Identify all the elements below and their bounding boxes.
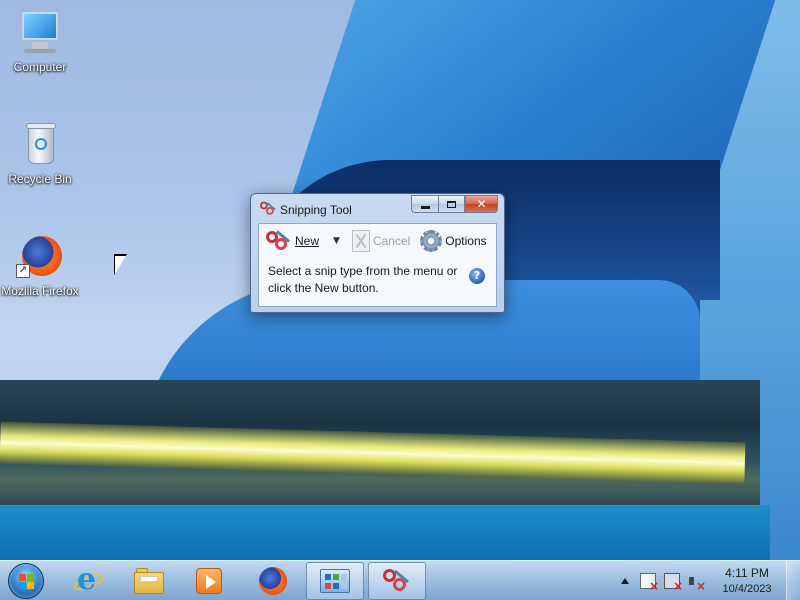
cancel-icon <box>351 230 370 252</box>
windows-logo-icon <box>19 574 35 590</box>
mouse-cursor-icon <box>115 256 126 274</box>
desktop: Computer Recycle Bin ↗ Mozilla Firefox S… <box>0 0 800 560</box>
help-icon[interactable]: ? <box>469 268 485 284</box>
close-button[interactable]: ✕ <box>465 195 498 213</box>
taskbar-control-panel[interactable] <box>306 562 364 600</box>
desktop-icon-label: Computer <box>13 60 67 74</box>
shortcut-arrow-icon: ↗ <box>16 264 30 278</box>
cancel-label: Cancel <box>372 234 411 248</box>
taskbar-firefox[interactable] <box>244 562 302 600</box>
toolbar: New ▼ Cancel Options <box>259 224 496 258</box>
window-title: Snipping Tool <box>280 203 352 217</box>
desktop-icon-label: Mozilla Firefox <box>1 284 79 298</box>
snipping-tool-icon <box>383 568 411 594</box>
desktop-icon-recycle-bin[interactable]: Recycle Bin <box>0 120 80 186</box>
desktop-icon-label: Recycle Bin <box>8 172 72 186</box>
title-bar[interactable]: Snipping Tool ✕ <box>251 194 504 222</box>
cancel-button[interactable]: Cancel <box>343 227 413 255</box>
firefox-icon: ↗ <box>16 232 64 280</box>
options-button[interactable]: Options <box>417 227 489 255</box>
control-panel-icon <box>320 569 350 593</box>
taskbar-windows-explorer[interactable] <box>120 562 178 600</box>
snipping-tool-icon <box>260 201 277 217</box>
firefox-icon <box>259 567 287 595</box>
scissors-icon <box>266 229 292 253</box>
minimize-button[interactable] <box>411 195 438 213</box>
taskbar-media-player[interactable] <box>180 562 238 600</box>
computer-icon <box>16 8 64 56</box>
close-icon: ✕ <box>476 197 487 211</box>
action-center-icon[interactable] <box>640 573 659 593</box>
folder-icon <box>134 568 164 594</box>
taskbar: e 4:11 PM 10/4/2023 <box>0 560 800 600</box>
internet-explorer-icon: e <box>71 565 107 595</box>
taskbar-internet-explorer[interactable]: e <box>60 562 118 600</box>
taskbar-snipping-tool[interactable] <box>368 562 426 600</box>
volume-icon[interactable] <box>688 573 706 593</box>
show-desktop-button[interactable] <box>786 561 800 600</box>
wallpaper-band-cyan <box>0 505 770 560</box>
chevron-down-icon[interactable]: ▼ <box>333 236 340 246</box>
system-tray: 4:11 PM 10/4/2023 <box>621 561 800 600</box>
new-label: New <box>295 234 320 248</box>
minimize-icon <box>420 205 430 209</box>
options-label: Options <box>445 234 487 248</box>
desktop-icon-computer[interactable]: Computer <box>0 8 80 74</box>
start-button[interactable] <box>8 563 44 599</box>
network-icon[interactable] <box>664 573 683 593</box>
instruction-text: Select a snip type from the menu or clic… <box>268 264 458 295</box>
clock-date: 10/4/2023 <box>722 583 772 595</box>
window-client-area: New ▼ Cancel Options Select a snip type … <box>258 223 497 307</box>
new-snip-button[interactable]: New ▼ <box>263 227 343 255</box>
clock[interactable]: 4:11 PM 10/4/2023 <box>714 565 780 597</box>
caption-buttons: ✕ <box>411 195 498 213</box>
gear-icon <box>420 230 443 252</box>
clock-time: 4:11 PM <box>725 566 769 580</box>
media-player-icon <box>196 568 222 594</box>
maximize-icon <box>447 200 456 208</box>
recycle-bin-icon <box>16 120 64 168</box>
maximize-button[interactable] <box>438 195 465 213</box>
show-hidden-icons-icon[interactable] <box>621 578 629 584</box>
snipping-tool-window[interactable]: Snipping Tool ✕ New ▼ Cancel Options Sel… <box>250 193 505 313</box>
desktop-icon-firefox[interactable]: ↗ Mozilla Firefox <box>0 232 80 298</box>
